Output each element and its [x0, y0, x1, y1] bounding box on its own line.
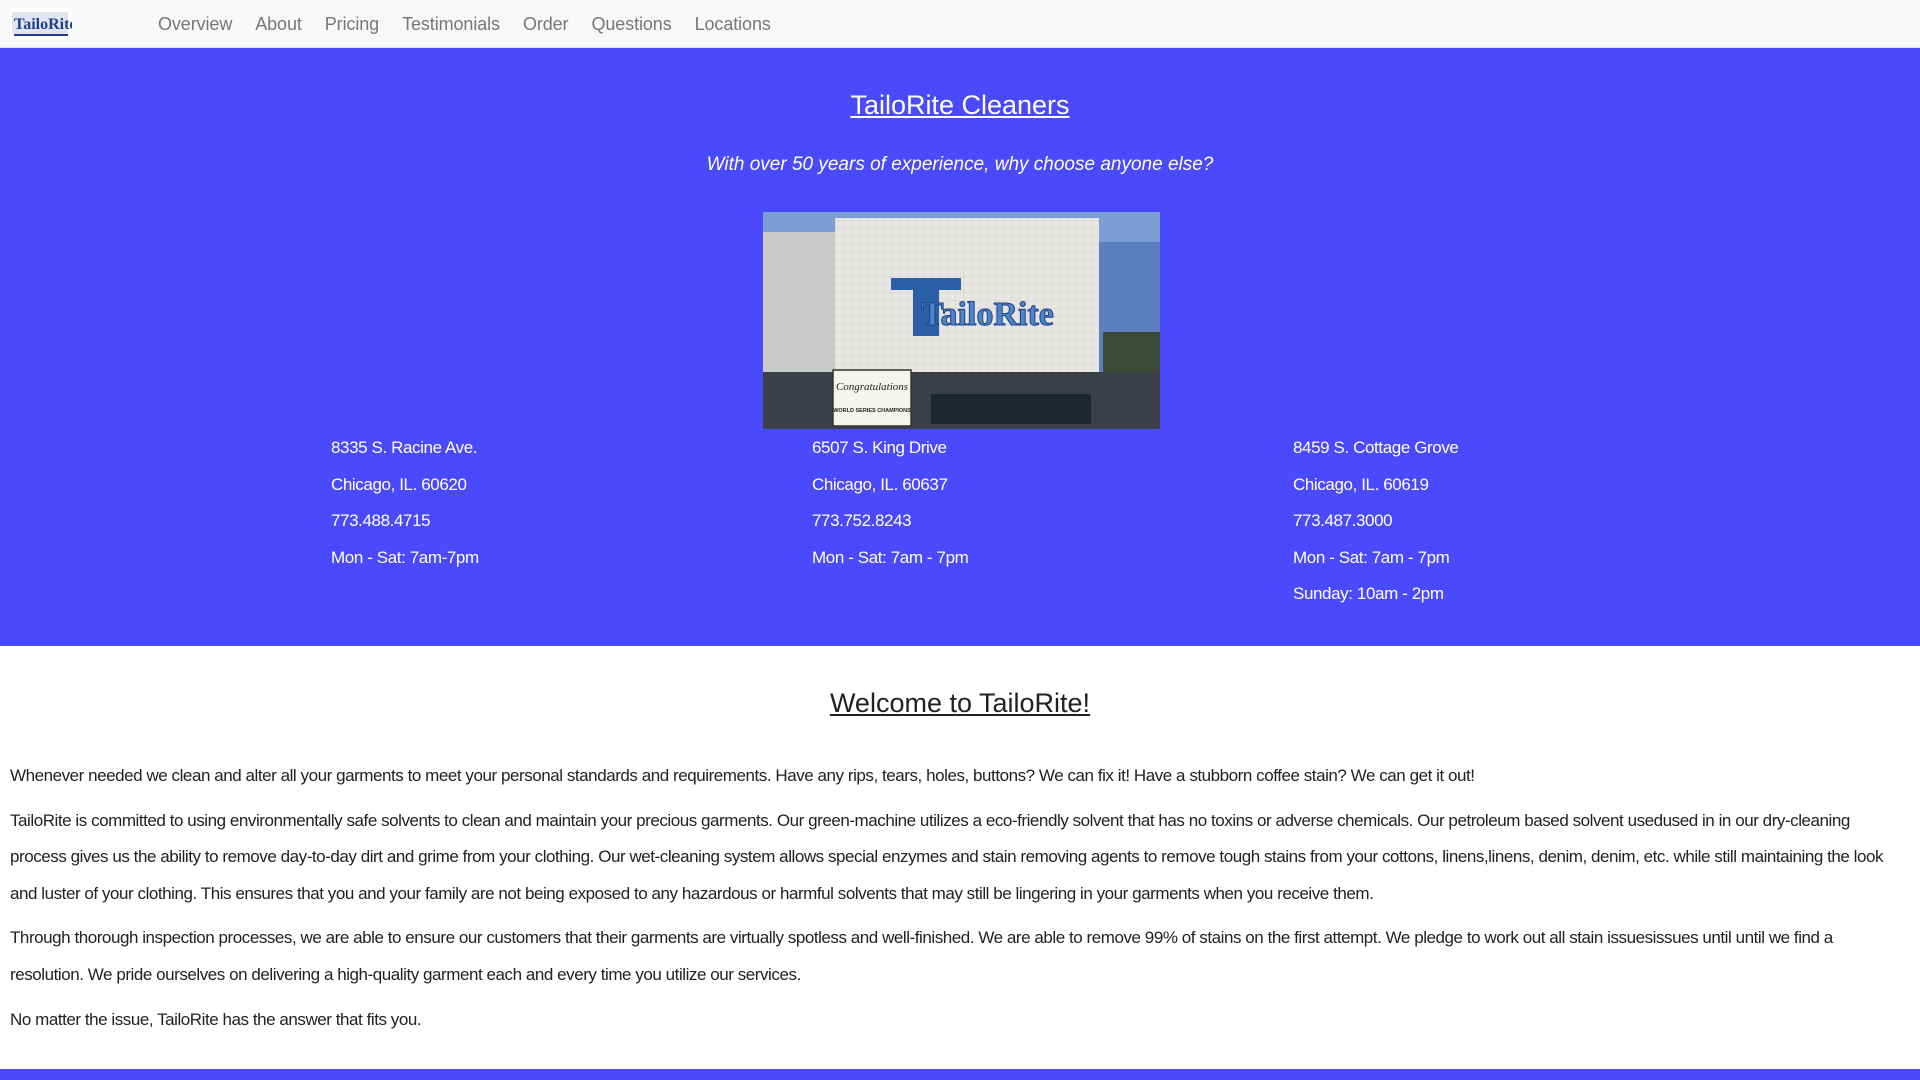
location-hours: Mon - Sat: 7am-7pm: [331, 547, 479, 567]
storefront-photo: TailoRite Congratulations WORLD SERIES C…: [763, 212, 1160, 429]
logo-text: TailoRite: [14, 16, 72, 33]
hero-title: TailoRite Cleaners: [850, 90, 1070, 120]
welcome-paragraph: TailoRite is committed to using environm…: [10, 810, 1884, 903]
welcome-heading: Welcome to TailoRite!: [829, 688, 1091, 718]
location-cottage-grove: 8459 S. Cottage Grove Chicago, IL. 60619…: [1293, 436, 1459, 619]
nav-link-order[interactable]: Order: [523, 14, 569, 35]
location-hours: Mon - Sat: 7am - 7pm: [1293, 547, 1450, 567]
hero-tagline: With over 50 years of experience, why ch…: [706, 154, 1214, 175]
welcome-paragraph: Whenever needed we clean and alter all y…: [10, 766, 1475, 785]
nav-menu: Overview About Pricing Testimonials Orde…: [158, 0, 794, 48]
welcome-body: Whenever needed we clean and alter all y…: [10, 758, 1910, 1046]
nav-link-about[interactable]: About: [255, 14, 302, 35]
welcome-paragraph: Through thorough inspection processes, w…: [10, 928, 1833, 984]
sign-text: TailoRite: [921, 296, 1054, 333]
location-racine: 8335 S. Racine Ave. Chicago, IL. 60620 7…: [331, 436, 479, 582]
nav-link-questions[interactable]: Questions: [591, 14, 671, 35]
location-city: Chicago, IL. 60637: [812, 474, 948, 494]
welcome-paragraph: No matter the issue, TailoRite has the a…: [10, 1009, 422, 1029]
location-phone[interactable]: 773.752.8243: [812, 509, 968, 546]
location-city: Chicago, IL. 60620: [331, 474, 467, 494]
top-navbar: TailoRite Overview About Pricing Testimo…: [0, 0, 1920, 48]
location-city: Chicago, IL. 60619: [1293, 474, 1429, 494]
location-street: 6507 S. King Drive: [812, 438, 947, 457]
location-street: 8335 S. Racine Ave.: [331, 438, 478, 457]
next-section-edge: [0, 1069, 1920, 1080]
location-hours: Mon - Sat: 7am - 7pm: [812, 547, 969, 567]
hero-section: TailoRite Cleaners With over 50 years of…: [0, 48, 1920, 646]
nav-link-pricing[interactable]: Pricing: [325, 14, 379, 35]
location-phone[interactable]: 773.488.4715: [331, 509, 479, 546]
nav-link-overview[interactable]: Overview: [158, 14, 232, 35]
nav-link-testimonials[interactable]: Testimonials: [402, 14, 500, 35]
congratulations-banner: Congratulations WORLD SERIES CHAMPIONS: [832, 369, 912, 427]
location-king-drive: 6507 S. King Drive Chicago, IL. 60637 77…: [812, 436, 969, 582]
banner-text: Congratulations: [836, 381, 908, 393]
location-phone[interactable]: 773.487.3000: [1293, 509, 1459, 546]
banner-subtext: WORLD SERIES CHAMPIONS: [833, 408, 911, 414]
tailorite-logo[interactable]: TailoRite: [10, 8, 72, 40]
nav-link-locations[interactable]: Locations: [695, 14, 771, 35]
location-street: 8459 S. Cottage Grove: [1293, 438, 1459, 457]
location-sunday-hours: Sunday: 10am - 2pm: [1293, 584, 1444, 604]
